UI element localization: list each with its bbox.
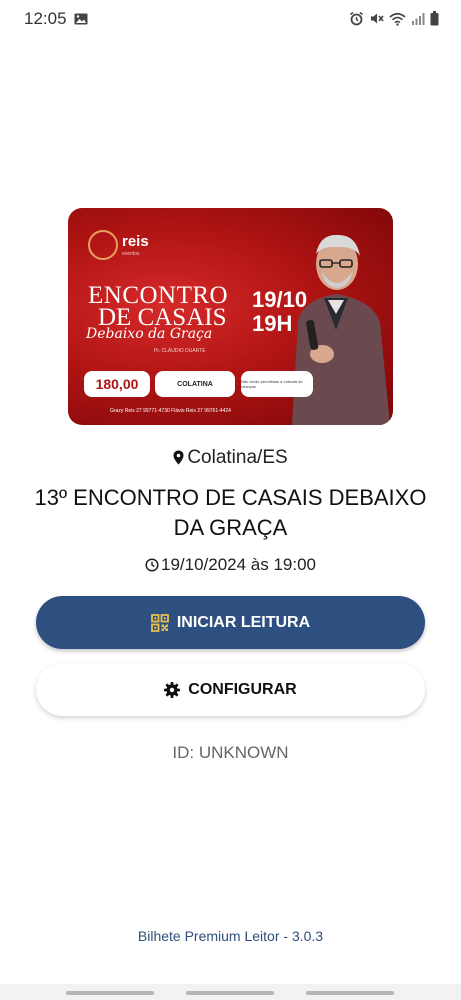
navigation-bar	[0, 984, 461, 1000]
banner-logo-text: reis	[122, 233, 149, 250]
alarm-icon	[349, 11, 364, 31]
reis-logo-icon	[88, 230, 118, 260]
event-datetime-text: 19/10/2024 às 19:00	[160, 555, 317, 574]
nav-back-button[interactable]	[306, 991, 394, 995]
app-version: Bilhete Premium Leitor - 3.0.3	[137, 928, 324, 944]
nav-home-button[interactable]	[186, 991, 274, 995]
configure-label: CONFIGURAR	[188, 680, 297, 698]
event-location: Colatina/ES	[0, 447, 461, 469]
status-bar: 12:05	[0, 0, 461, 36]
banner-contacts: Grazy Reis 27 99771-4730 Flávio Reis 27 …	[110, 408, 231, 414]
configure-button[interactable]: CONFIGURAR	[36, 663, 425, 716]
event-datetime: 19/10/2024 às 19:00	[0, 555, 461, 575]
nav-recents-button[interactable]	[66, 991, 154, 995]
banner-logo-subtext: eventos	[122, 251, 140, 257]
status-time: 12:05	[24, 9, 67, 28]
start-reading-label: INICIAR LEITURA	[176, 613, 311, 631]
clock-icon	[145, 558, 159, 572]
signal-icon	[411, 12, 425, 30]
banner-note: Não serão permitidas a entrada de crianç…	[241, 371, 313, 397]
banner-title-line3: Debaixo da Graça	[86, 326, 213, 342]
event-title: 13º ENCONTRO DE CASAIS DEBAIXO DA GRAÇA	[34, 485, 427, 540]
event-banner-image: reis eventos ENCONTRO DE CASAIS Debaixo …	[68, 208, 393, 425]
banner-city: COLATINA	[155, 371, 235, 397]
banner-pastor: Pr. CLÁUDIO DUARTE	[154, 348, 206, 354]
gear-icon	[164, 681, 181, 698]
battery-icon	[430, 11, 439, 31]
gallery-icon	[74, 12, 88, 30]
wifi-icon	[389, 12, 406, 31]
mute-icon	[369, 11, 384, 31]
start-reading-button[interactable]: INICIAR LEITURA	[36, 596, 425, 649]
device-id: ID: UNKNOWN	[172, 743, 289, 762]
banner-price: 180,00	[84, 371, 150, 397]
event-location-text: Colatina/ES	[187, 447, 288, 468]
qr-code-icon	[150, 613, 169, 632]
location-pin-icon	[173, 450, 184, 465]
